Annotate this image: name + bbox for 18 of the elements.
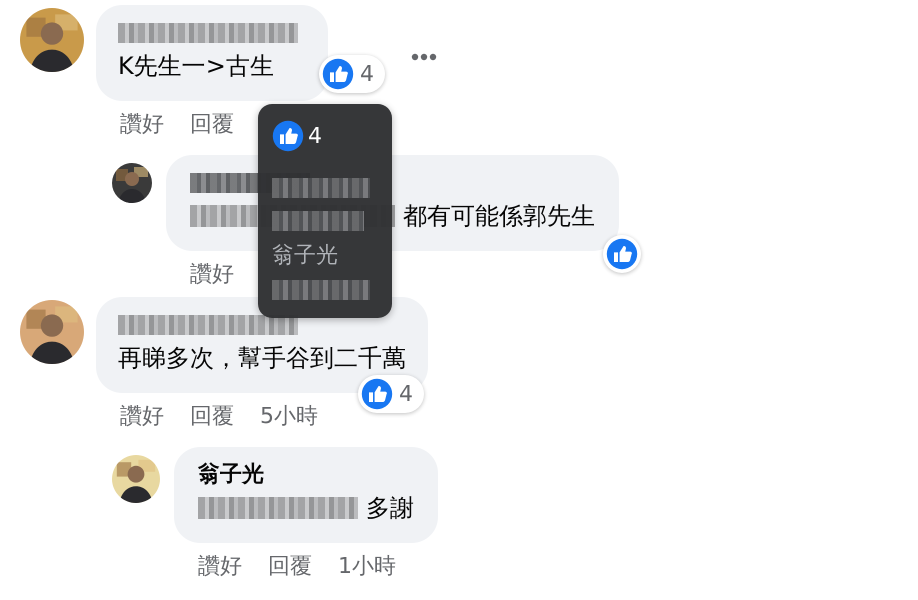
liker-name: 翁子光 [272,242,338,269]
reply-link[interactable]: 回覆 [190,109,234,141]
like-count: 4 [308,124,322,148]
comment-text: 都有可能係郭先生 [403,201,595,232]
timestamp[interactable]: 1小時 [338,551,396,583]
reply-link[interactable]: 回覆 [268,551,312,583]
reaction-badge[interactable]: 4 [358,375,424,413]
comment-text: 再睇多次，幫手谷到二千萬 [118,343,406,374]
comment-text: K先生一>古生 [118,51,274,82]
like-link[interactable]: 讚好 [120,109,164,141]
reaction-badge[interactable]: 4 [319,55,385,93]
like-link[interactable]: 讚好 [190,259,234,291]
like-link[interactable]: 讚好 [120,401,164,433]
like-link[interactable]: 讚好 [198,551,242,583]
author-name[interactable]: 翁子光 [198,461,264,489]
reply-link[interactable]: 回覆 [190,401,234,433]
timestamp[interactable]: 5小時 [260,401,318,433]
comment-text: 多謝 [366,493,414,524]
